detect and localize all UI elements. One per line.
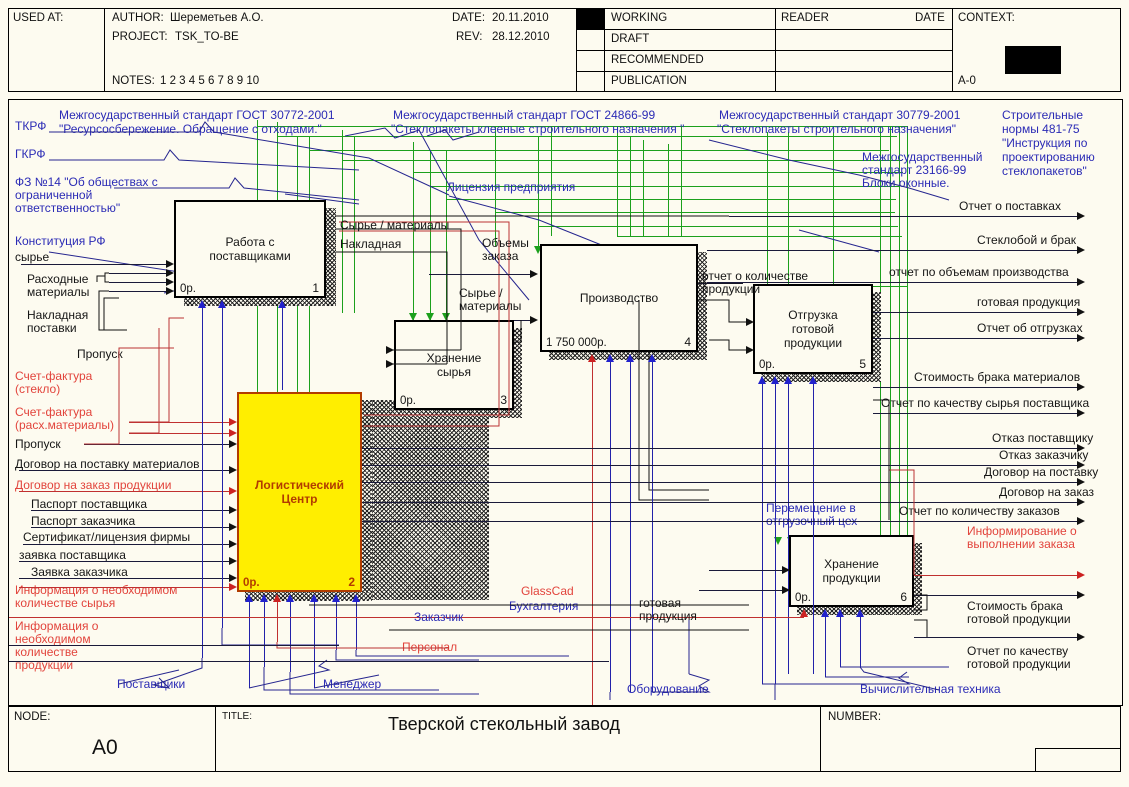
red-output-route <box>336 215 928 637</box>
header-divider-1 <box>104 8 105 92</box>
footer-divider-2 <box>820 706 821 772</box>
title-value: Тверской стекольный завод <box>388 714 621 734</box>
project-value: TSK_TO-BE <box>175 31 239 43</box>
header-row-line-3 <box>576 71 952 72</box>
idef0-diagram-page: USED AT: AUTHOR: Шереметьев А.О. PROJECT… <box>0 0 1129 787</box>
header-row-line-2 <box>576 50 952 51</box>
reader-date-label: DATE <box>915 12 945 24</box>
author-value: Шереметьев А.О. <box>170 12 264 24</box>
notes-label: NOTES: <box>112 75 155 87</box>
date-value: 20.11.2010 <box>492 12 549 24</box>
context-label: CONTEXT: <box>958 12 1015 24</box>
node-value: A0 <box>92 736 118 759</box>
context-node: A-0 <box>958 75 976 87</box>
crossing-line <box>9 645 339 646</box>
header-row-line-1 <box>576 29 952 30</box>
diagram-canvas: Межгосударственный стандарт ГОСТ 30772-2… <box>8 99 1123 706</box>
crossing-line <box>9 661 609 662</box>
status-publication[interactable]: PUBLICATION <box>611 75 687 87</box>
status-recommended[interactable]: RECOMMENDED <box>611 54 704 66</box>
reader-label: READER <box>781 12 829 24</box>
title-label: TITLE: <box>222 711 253 722</box>
footer-number-cell <box>1035 748 1121 772</box>
project-label: PROJECT: <box>112 31 168 43</box>
rev-label: REV: <box>456 31 483 43</box>
rev-value: 28.12.2010 <box>492 31 550 43</box>
number-label: NUMBER: <box>828 711 882 723</box>
status-draft[interactable]: DRAFT <box>611 33 649 45</box>
used-at-label: USED AT: <box>13 12 64 24</box>
node-label: NODE: <box>14 711 51 723</box>
working-status-checkbox[interactable] <box>577 9 604 29</box>
notes-value: 1 2 3 4 5 6 7 8 9 10 <box>160 75 260 87</box>
header-divider-5 <box>952 8 953 92</box>
date-label: DATE: <box>452 12 486 24</box>
status-working[interactable]: WORKING <box>611 12 667 24</box>
author-label: AUTHOR: <box>112 12 164 24</box>
footer-divider-1 <box>215 706 216 772</box>
context-thumbnail <box>1005 46 1061 74</box>
